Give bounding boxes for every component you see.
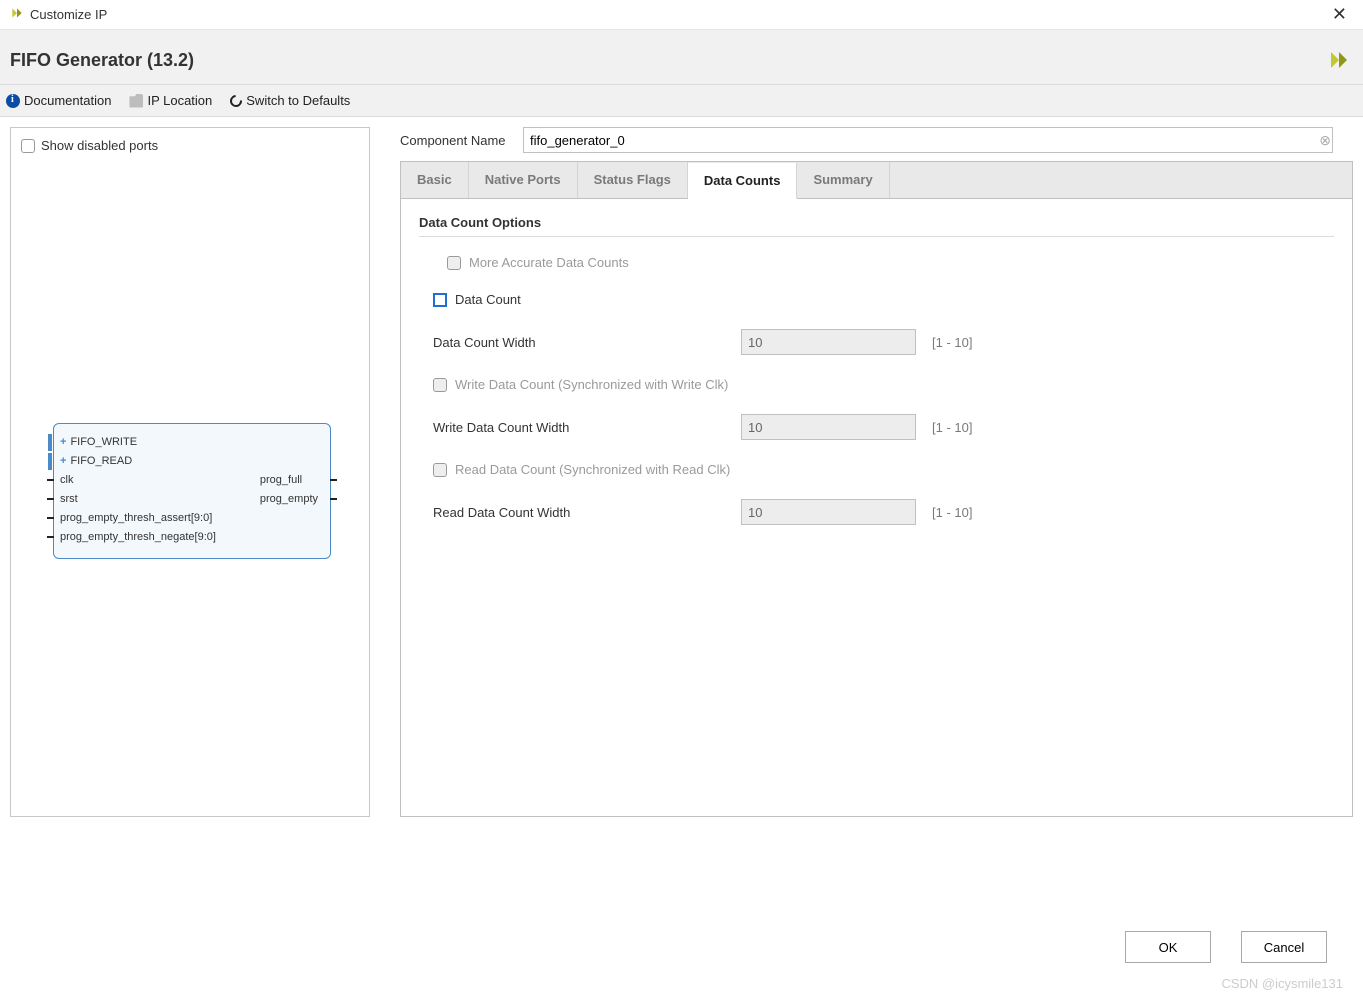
tab-native-ports[interactable]: Native Ports — [469, 162, 578, 198]
show-disabled-label: Show disabled ports — [41, 138, 158, 153]
switch-defaults-link[interactable]: Switch to Defaults — [230, 93, 350, 108]
symbol-panel: Show disabled ports +FIFO_WRITE +FIFO_RE… — [10, 127, 370, 817]
more-accurate-label: More Accurate Data Counts — [469, 255, 629, 270]
read-data-count-width-row: Read Data Count Width [1 - 10] — [433, 499, 1334, 525]
wire-icon — [330, 479, 337, 481]
info-icon — [6, 94, 20, 108]
rdcw-label: Read Data Count Width — [433, 505, 733, 520]
output-ports: prog_full prog_empty — [254, 470, 324, 508]
tab-basic[interactable]: Basic — [401, 162, 469, 198]
input-ports: +FIFO_WRITE +FIFO_READ clk srst prog_emp… — [54, 432, 222, 546]
read-data-count-width-input[interactable] — [741, 499, 916, 525]
main: Show disabled ports +FIFO_WRITE +FIFO_RE… — [0, 117, 1363, 827]
bus-bar-icon — [48, 434, 52, 451]
port-prog-empty-thresh-negate: prog_empty_thresh_negate[9:0] — [54, 527, 222, 546]
wire-icon — [47, 517, 54, 519]
switch-defaults-label: Switch to Defaults — [246, 93, 350, 108]
close-icon[interactable]: ✕ — [1326, 4, 1353, 25]
tab-body: Data Count Options More Accurate Data Co… — [400, 199, 1353, 817]
show-disabled-ports-checkbox[interactable]: Show disabled ports — [21, 138, 359, 153]
rdc-label: Read Data Count (Synchronized with Read … — [455, 462, 730, 477]
port-fifo-read[interactable]: +FIFO_READ — [54, 451, 222, 470]
port-fifo-write[interactable]: +FIFO_WRITE — [54, 432, 222, 451]
write-data-count-width-input[interactable] — [741, 414, 916, 440]
page-title: FIFO Generator (13.2) — [10, 50, 1325, 71]
data-count-width-input[interactable] — [741, 329, 916, 355]
documentation-label: Documentation — [24, 93, 111, 108]
component-name-input[interactable] — [523, 127, 1333, 153]
config-panel: Component Name ⊗ Basic Native Ports Stat… — [400, 127, 1353, 817]
ip-symbol: +FIFO_WRITE +FIFO_READ clk srst prog_emp… — [53, 423, 331, 559]
component-name-label: Component Name — [400, 133, 515, 148]
port-prog-full: prog_full — [254, 470, 324, 489]
port-srst: srst — [54, 489, 222, 508]
port-prog-empty-thresh-assert: prog_empty_thresh_assert[9:0] — [54, 508, 222, 527]
footer: OK Cancel — [1125, 931, 1327, 963]
write-data-count-checkbox: Write Data Count (Synchronized with Writ… — [433, 377, 1334, 392]
reload-icon — [228, 92, 245, 109]
rdcw-range: [1 - 10] — [932, 505, 972, 520]
wire-icon — [47, 498, 54, 500]
titlebar: Customize IP ✕ — [0, 0, 1363, 30]
checkbox-icon — [447, 256, 461, 270]
dcw-label: Data Count Width — [433, 335, 733, 350]
more-accurate-checkbox: More Accurate Data Counts — [447, 255, 1334, 270]
read-data-count-checkbox: Read Data Count (Synchronized with Read … — [433, 462, 1334, 477]
vivado-logo-large-icon — [1325, 48, 1353, 72]
wdc-label: Write Data Count (Synchronized with Writ… — [455, 377, 728, 392]
tab-status-flags[interactable]: Status Flags — [578, 162, 688, 198]
wire-icon — [47, 536, 54, 538]
wdcw-range: [1 - 10] — [932, 420, 972, 435]
component-name-row: Component Name ⊗ — [400, 127, 1353, 153]
window-title: Customize IP — [30, 7, 1326, 22]
wire-icon — [330, 498, 337, 500]
checkbox-icon — [433, 463, 447, 477]
documentation-link[interactable]: Documentation — [6, 93, 111, 108]
wire-icon — [47, 479, 54, 481]
section-title: Data Count Options — [419, 215, 1334, 230]
tabs: Basic Native Ports Status Flags Data Cou… — [400, 161, 1353, 199]
checkbox-icon — [21, 139, 35, 153]
tab-data-counts[interactable]: Data Counts — [688, 163, 798, 199]
folder-icon — [129, 94, 143, 108]
toolbar: Documentation IP Location Switch to Defa… — [0, 85, 1363, 117]
cancel-button[interactable]: Cancel — [1241, 931, 1327, 963]
checkbox-icon — [433, 293, 447, 307]
dcw-range: [1 - 10] — [932, 335, 972, 350]
port-prog-empty: prog_empty — [254, 489, 324, 508]
data-count-width-row: Data Count Width [1 - 10] — [433, 329, 1334, 355]
port-clk: clk — [54, 470, 222, 489]
data-count-label: Data Count — [455, 292, 521, 307]
wdcw-label: Write Data Count Width — [433, 420, 733, 435]
tab-summary[interactable]: Summary — [797, 162, 889, 198]
divider — [419, 236, 1334, 237]
data-count-checkbox[interactable]: Data Count — [433, 292, 1334, 307]
checkbox-icon — [433, 378, 447, 392]
watermark: CSDN @icysmile131 — [1221, 976, 1343, 991]
ok-button[interactable]: OK — [1125, 931, 1211, 963]
ip-location-label: IP Location — [147, 93, 212, 108]
write-data-count-width-row: Write Data Count Width [1 - 10] — [433, 414, 1334, 440]
vivado-logo-icon — [10, 6, 24, 23]
clear-icon[interactable]: ⊗ — [1319, 132, 1331, 149]
bus-bar-icon — [48, 453, 52, 470]
header: FIFO Generator (13.2) — [0, 30, 1363, 85]
ip-location-link[interactable]: IP Location — [129, 93, 212, 108]
